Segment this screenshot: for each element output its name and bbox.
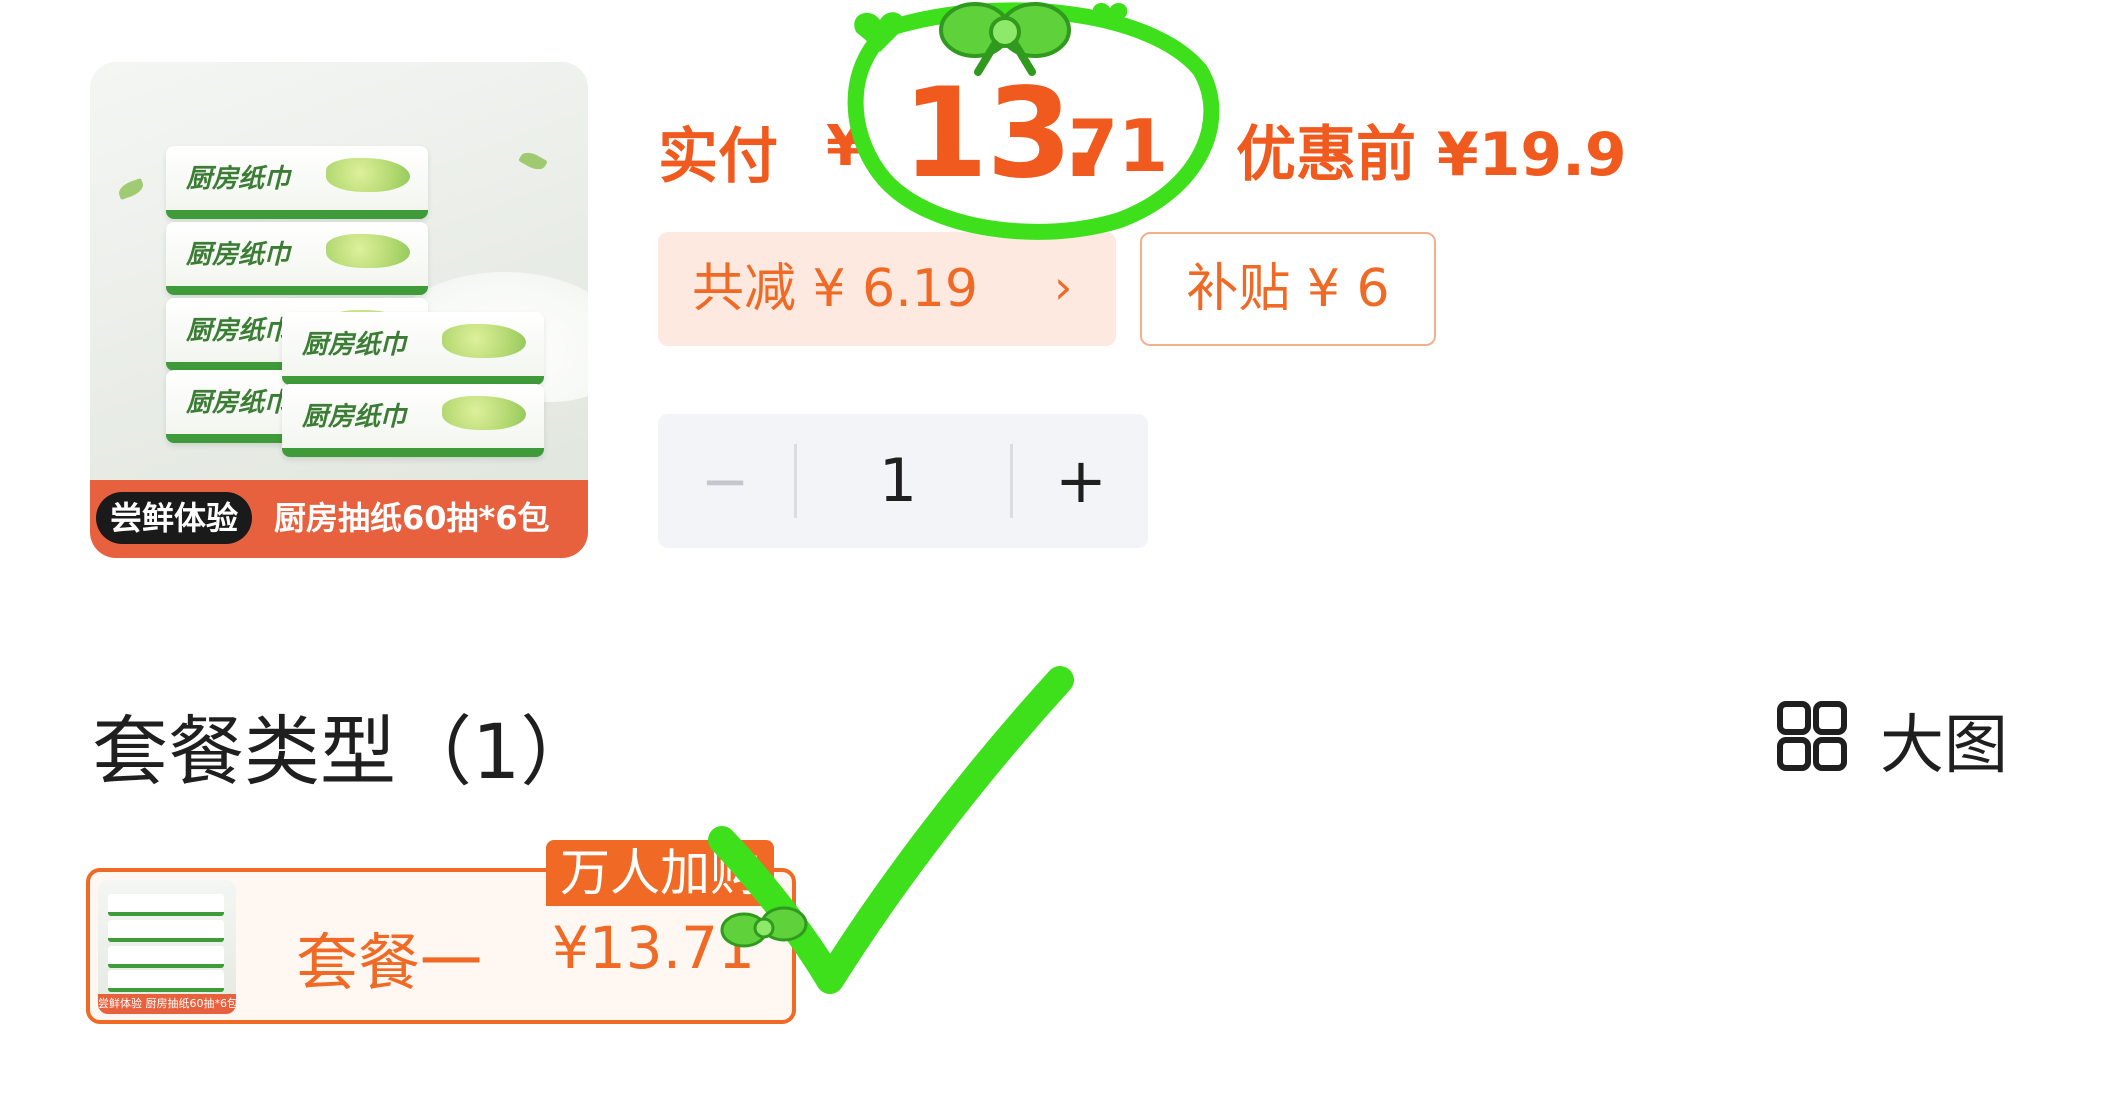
package-name: 套餐一: [296, 926, 483, 999]
package-thumbnail: 尝鲜体验 厨房抽纸60抽*6包: [98, 880, 236, 1014]
annotation-heart: [854, 12, 904, 52]
leaf-decoration: [518, 148, 548, 174]
package-price: ¥13.71: [552, 914, 755, 982]
subsidy-chip[interactable]: 补贴 ¥ 6: [1140, 232, 1436, 346]
mini-pack: [108, 970, 224, 992]
pack-label: 厨房纸巾: [302, 330, 407, 360]
total-discount-text: 共减 ¥ 6.19: [692, 259, 978, 319]
annotation-heart: [1092, 2, 1128, 30]
mini-pack: [108, 946, 224, 968]
pack-label: 厨房纸巾: [186, 164, 291, 194]
stepper-divider: [794, 444, 797, 518]
section-title: 套餐类型（1）: [92, 707, 597, 796]
pack-label: 厨房纸巾: [186, 240, 291, 270]
pack-label: 厨房纸巾: [302, 402, 407, 432]
mini-pack: [108, 894, 224, 916]
product-tag: 尝鲜体验: [96, 492, 253, 544]
grid-icon[interactable]: [1776, 700, 1848, 772]
price-integer: 13: [902, 62, 1073, 206]
mini-pack: [108, 920, 224, 942]
tissue-pack: 厨房纸巾: [166, 146, 428, 219]
paid-label: 实付: [658, 122, 778, 192]
tissue-pack: 厨房纸巾: [282, 312, 544, 385]
tissue-pack: 厨房纸巾: [166, 222, 428, 295]
decrease-button[interactable]: −: [658, 414, 792, 548]
pack-label: 厨房纸巾: [186, 388, 291, 418]
increase-button[interactable]: +: [1014, 414, 1148, 548]
product-image[interactable]: 厨房纸巾 厨房纸巾 厨房纸巾 厨房纸巾 厨房纸巾 厨房纸巾 尝鲜体验 厨房抽纸6…: [90, 62, 588, 558]
large-image-toggle[interactable]: 大图: [1880, 694, 2008, 786]
price-decimal: 71: [1068, 104, 1169, 188]
package-thumb-caption: 尝鲜体验 厨房抽纸60抽*6包: [98, 994, 236, 1014]
chevron-right-icon: ›: [1054, 260, 1073, 314]
pack-label: 厨房纸巾: [186, 316, 291, 346]
price-currency: ¥: [826, 114, 865, 179]
quantity-stepper: − 1 +: [658, 414, 1148, 548]
leaf-decoration: [116, 177, 146, 201]
product-tag-bar: 尝鲜体验 厨房抽纸60抽*6包: [90, 480, 588, 558]
stepper-divider: [1010, 444, 1013, 518]
popular-badge: 万人加购: [546, 840, 774, 906]
quantity-value[interactable]: 1: [798, 414, 998, 548]
original-price: 优惠前 ¥19.9: [1236, 120, 1627, 190]
product-name: 厨房抽纸60抽*6包: [274, 499, 550, 537]
tissue-pack: 厨房纸巾: [282, 384, 544, 457]
total-discount-chip[interactable]: 共减 ¥ 6.19 ›: [658, 232, 1116, 346]
